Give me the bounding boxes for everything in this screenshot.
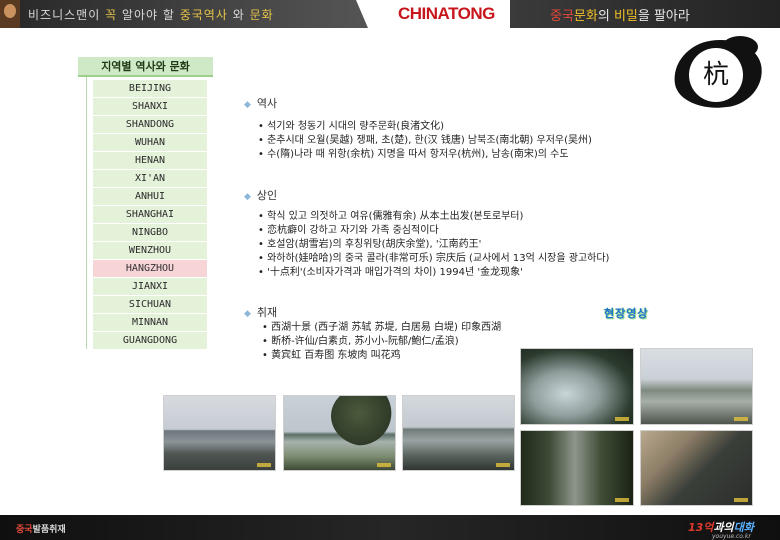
photo-lotus-pond[interactable] [520, 348, 634, 425]
footer-left-label: 중국발품취재 [16, 522, 66, 535]
bullet-icon: ◆ [244, 100, 251, 110]
tagline-part: 문화 [573, 9, 598, 24]
merchants-line: 호설암(胡雪岩)의 후칭위탕(胡庆余堂), '江南药王' [258, 238, 609, 252]
tagline-part: 와 [227, 8, 250, 22]
photo-tree-lined-path[interactable] [520, 430, 634, 506]
interview-line: 断桥-许仙/白素贞, 苏小小-阮郁/鮑仁/孟浪) [262, 335, 501, 349]
header-tagline-left-text: 비즈니스맨이 꼭 알아야 할 중국역사 와 문화 [28, 6, 274, 23]
sidebar-title: 지역별 역사와 문화 [78, 57, 213, 77]
section-title-text: 상인 [256, 189, 278, 202]
willow-tree-shape [331, 396, 395, 446]
tagline-part: 비밀 [613, 9, 638, 24]
field-video-link[interactable]: 현장영상 [604, 305, 648, 321]
tagline-part: 알아야 할 [117, 8, 180, 22]
watermark-icon [734, 498, 748, 502]
section-title-text: 역사 [256, 97, 278, 110]
mascot-face-image [0, 0, 20, 28]
region-item-shanghai[interactable]: SHANGHAI [93, 206, 207, 223]
photo-statue-closeup[interactable] [640, 430, 753, 506]
region-item-guangdong[interactable]: GUANGDONG [93, 332, 207, 349]
top-banner: 비즈니스맨이 꼭 알아야 할 중국역사 와 문화 CHINATONG 중국문화의… [0, 0, 780, 28]
section-title-merchants: ◆ 상인 [244, 187, 277, 203]
history-line: 석기와 청동기 시대의 량주문화(良渚文化) [258, 120, 592, 134]
watermark-icon [377, 463, 391, 467]
section-title-interview: ◆ 취재 [244, 304, 277, 320]
history-list: 석기와 청동기 시대의 량주문화(良渚文化) 춘추시대 오월(吴越) 쟁패, 초… [258, 120, 592, 162]
region-item-jianxi[interactable]: JIANXI [93, 278, 207, 295]
interview-line: 黄宾虹 百寿图 东坡肉 叫花鸡 [262, 349, 501, 363]
bullet-icon: ◆ [244, 192, 251, 202]
brand-part: 13억 [688, 521, 714, 534]
tagline-part: 중국역사 [179, 8, 228, 22]
region-item-shanxi[interactable]: SHANXI [93, 98, 207, 115]
region-item-henan[interactable]: HENAN [93, 152, 207, 169]
merchants-line: '十点利'(소비자가격과 매입가격의 차이) 1994년 '金龙现象' [258, 266, 609, 280]
tagline-part: 을 팔아라 [637, 9, 690, 24]
footer-left-part: 중국 [16, 525, 33, 535]
section-title-text: 취재 [256, 306, 278, 319]
tagline-part: 비즈니스맨이 [28, 8, 106, 22]
region-item-hangzhou[interactable]: HANGZHOU [93, 260, 207, 277]
photo-pagoda-shore[interactable] [640, 348, 753, 425]
photo-lake-promenade[interactable] [402, 395, 515, 471]
section-title-history: ◆ 역사 [244, 95, 277, 111]
header-tagline-right: 중국문화의 비밀을 팔아라 [510, 0, 780, 28]
city-seal: 杭 [669, 34, 767, 114]
interview-line: 西湖十景 (西子湖 苏轼 苏堤, 白居易 白堤) 印象西湖 [262, 321, 501, 335]
tagline-part: 중국 [550, 9, 574, 24]
merchants-line: 학식 있고 의젓하고 여유(儒雅有余) 从本土出发(본토로부터) [258, 210, 609, 224]
photo-lakeside-people[interactable] [163, 395, 276, 471]
header-tagline-left: 비즈니스맨이 꼭 알아야 할 중국역사 와 문화 [20, 0, 370, 28]
history-line: 춘추시대 오월(吴越) 쟁패, 초(楚), 한(汉 钱唐) 남북조(南北朝) 우… [258, 134, 592, 148]
header-tagline-right-text: 중국문화의 비밀을 팔아라 [550, 5, 690, 24]
footer-brand[interactable]: 13억과의대화 youyue.co.kr [688, 519, 772, 540]
watermark-icon [734, 417, 748, 421]
region-item-anhui[interactable]: ANHUI [93, 188, 207, 205]
region-item-wenzhou[interactable]: WENZHOU [93, 242, 207, 259]
region-item-sichuan[interactable]: SICHUAN [93, 296, 207, 313]
footer-bar: 중국발품취재 13억과의대화 youyue.co.kr [0, 515, 780, 540]
tagline-part: 문화 [249, 8, 274, 22]
bullet-icon: ◆ [244, 309, 251, 319]
watermark-icon [615, 417, 629, 421]
region-item-wuhan[interactable]: WUHAN [93, 134, 207, 151]
tagline-part: 의 [597, 9, 614, 24]
watermark-icon [615, 498, 629, 502]
city-character: 杭 [689, 48, 743, 102]
tagline-part: 꼭 [105, 8, 118, 22]
region-item-beijing[interactable]: BEIJING [93, 80, 207, 97]
watermark-icon [257, 463, 271, 467]
interview-list: 西湖十景 (西子湖 苏轼 苏堤, 白居易 白堤) 印象西湖 断桥-许仙/白素贞,… [262, 321, 501, 363]
region-item-xian[interactable]: XI'AN [93, 170, 207, 187]
region-item-shandong[interactable]: SHANDONG [93, 116, 207, 133]
history-line: 수(隋)나라 때 위항(余杭) 지명을 따서 항저우(杭州), 남송(南宋)의 … [258, 148, 592, 162]
region-item-minnan[interactable]: MINNAN [93, 314, 207, 331]
footer-url: youyue.co.kr [712, 533, 751, 540]
chinatong-logo[interactable]: CHINATONG [356, 0, 510, 28]
sidebar-divider [86, 77, 87, 349]
photo-willow-lake[interactable] [283, 395, 396, 471]
chinatong-logo-text: CHINATONG [398, 4, 495, 23]
footer-left-part: 발품취재 [32, 525, 66, 535]
merchants-line: 恋杭癖이 강하고 자기와 가족 중심적이다 [258, 224, 609, 238]
watermark-icon [496, 463, 510, 467]
region-item-ningbo[interactable]: NINGBO [93, 224, 207, 241]
region-nav: BEIJING SHANXI SHANDONG WUHAN HENAN XI'A… [93, 80, 207, 350]
merchants-line: 와하하(娃哈哈)의 중국 콜라(非常可乐) 宗庆后 (교사에서 13억 시장을 … [258, 252, 609, 266]
merchants-list: 학식 있고 의젓하고 여유(儒雅有余) 从本土出发(본토로부터) 恋杭癖이 강하… [258, 210, 609, 280]
